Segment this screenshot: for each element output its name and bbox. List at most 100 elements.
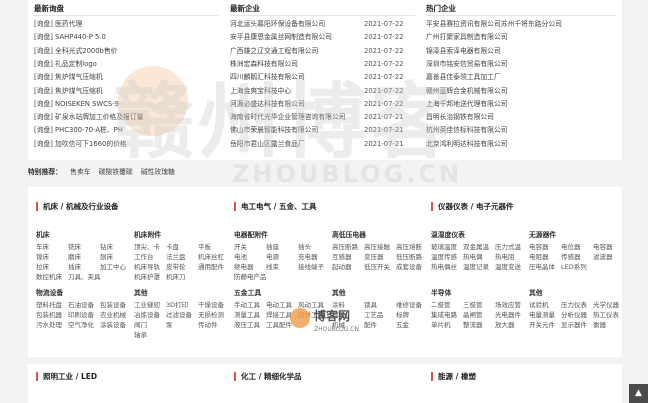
subcategory-link[interactable]: 互感器 [332,251,352,261]
subcategory-link[interactable]: 继电器 [234,261,254,271]
subcategory-link[interactable]: 光电器件 [495,309,521,319]
subcategory-link[interactable]: 阀门 [134,319,147,329]
subcategory-title[interactable]: 电器配附件 [234,229,268,239]
subcategory-link[interactable]: 起动器 [332,261,352,271]
subcategory-link[interactable]: 通用配件 [198,261,224,271]
subcategory-link[interactable]: 电源 [266,251,279,261]
subcategory-link[interactable]: 干燥设备 [198,299,224,309]
subcategory-link[interactable]: 测量工具 [234,309,260,319]
company-link[interactable]: 杭州英佳信标科技有限公司 [426,125,614,136]
subcategory-link[interactable]: 平板 [198,241,211,251]
subcategory-link[interactable]: 接线端子 [298,261,324,271]
subcategory-link[interactable]: 场效应管 [495,299,521,309]
subcategory-title[interactable]: 五金工具 [234,287,261,297]
category-title[interactable]: 电工电气 / 五金、工具 [234,202,316,211]
subcategory-link[interactable]: 分析仪器 [561,309,587,319]
subcategory-link[interactable]: 整流器 [463,319,483,329]
subcategory-link[interactable]: 3D打印 [166,299,188,309]
subcategory-link[interactable]: 泵 [166,319,173,329]
inquiry-link[interactable]: [询盘] 医药代理 [34,19,222,30]
subcategory-link[interactable]: 衡器 [593,319,606,329]
subcategory-link[interactable]: 充电器 [298,251,318,261]
subcategory-title[interactable]: 高低压电器 [332,229,366,239]
subcategory-link[interactable]: 低压开关 [364,261,390,271]
subcategory-link[interactable]: 石油设备 [68,299,94,309]
subcategory-link[interactable]: 集成电路 [431,309,457,319]
subcategory-link[interactable]: 手动工具 [234,299,260,309]
subcategory-link[interactable]: 卡盘 [166,241,179,251]
company-link[interactable]: 岳阳市君山区露兰食品厂 [230,139,360,150]
subcategory-link[interactable]: 涂装设备 [100,319,126,329]
subcategory-link[interactable]: 印刷设备 [68,309,94,319]
subcategory-link[interactable]: 插头 [298,241,311,251]
back-to-top-button[interactable]: ▲ [629,384,648,403]
subcategory-link[interactable]: 标牌 [396,309,409,319]
subcategory-link[interactable]: 顶尖、卡 [134,241,160,251]
subcategory-link[interactable]: 成套设备 [396,261,422,271]
subcategory-link[interactable]: 二极管 [431,299,451,309]
subcategory-link[interactable]: 工业缝纫 [134,299,160,309]
subcategory-link[interactable]: 拉床 [36,261,49,271]
subcategory-link[interactable]: 低压断路 [396,251,422,261]
subcategory-link[interactable]: 单片机 [431,319,451,329]
inquiry-link[interactable]: [询盘] SAHP440-P 5.0 [34,32,222,43]
subcategory-link[interactable]: 热电阻 [495,251,515,261]
company-link[interactable]: 赣州蓝辉合金机械有限公司 [426,86,614,97]
subcategory-link[interactable]: 刨床 [100,251,113,261]
subcategory-link[interactable]: 机床护罩 [134,271,160,281]
subcategory-link[interactable]: 包装设备 [100,299,126,309]
inquiry-link[interactable]: [询盘] PHC300-70-A桩、PH [34,125,222,136]
subcategory-link[interactable]: 塑料托盘 [36,299,62,309]
category-title[interactable]: 机床 / 机械及行业设备 [36,202,118,211]
subcategory-link[interactable]: 滤波器 [593,251,613,261]
subcategory-link[interactable]: 电容器 [529,241,549,251]
category-title[interactable]: 仪器仪表 / 电子元器件 [431,202,513,211]
subcategory-link[interactable]: 液压工具 [234,319,260,329]
recommend-link[interactable]: 碳酸铁覆碳 [99,168,133,176]
subcategory-link[interactable]: 放大器 [495,319,515,329]
subcategory-link[interactable]: 加工中心 [100,261,126,271]
subcategory-link[interactable]: 光学仪器 [593,299,619,309]
subcategory-link[interactable]: 磨床 [68,251,81,261]
subcategory-link[interactable]: 热电偶丝 [431,261,457,271]
company-link[interactable]: 株洲宏森科技有限公司 [230,59,360,70]
company-link[interactable]: 平安县赛拉资讯有限公司苏州千将东路分公司 [426,19,614,30]
subcategory-link[interactable]: 开关 [234,241,247,251]
subcategory-link[interactable]: 镗床 [36,251,49,261]
subcategory-link[interactable]: 轴承 [134,329,147,339]
company-link[interactable]: 上海千邦地送代理有限公司 [426,99,614,110]
subcategory-link[interactable]: 变压器 [364,251,384,261]
company-link[interactable]: 广西雄之辽交通工程有限公司 [230,46,360,57]
company-link[interactable]: 嘉善县佳泰领工具加工厂 [426,72,614,83]
subcategory-title[interactable]: 半导体 [431,287,451,297]
subcategory-link[interactable]: 插座 [266,241,279,251]
subcategory-link[interactable]: 刀具、夹具 [68,271,101,281]
subcategory-link[interactable]: 插床 [68,261,81,271]
subcategory-title[interactable]: 其他 [332,287,346,297]
company-link[interactable]: 安平县康恩金属丝网制造有限公司 [230,32,360,43]
subcategory-link[interactable]: 压力式温 [495,241,521,251]
subcategory-link[interactable]: 农业机械 [100,309,126,319]
subcategory-link[interactable]: 热工仪表 [593,309,619,319]
subcategory-link[interactable]: 高压接触 [364,241,390,251]
company-link[interactable]: 北京鸿利明达科技有限公司 [426,139,614,150]
subcategory-link[interactable]: 包装机器 [36,309,62,319]
company-link[interactable]: 海南省时代光华企业管理咨询有限公司 [230,112,360,123]
subcategory-link[interactable]: 皮带轮 [166,261,186,271]
subcategory-link[interactable]: 压力仪表 [561,299,587,309]
subcategory-link[interactable]: 传动件 [198,319,218,329]
subcategory-link[interactable]: 电池 [234,251,247,261]
recommend-link[interactable]: 碱性玫瑰糖 [141,168,175,176]
subcategory-link[interactable]: 无损检测 [198,309,224,319]
subcategory-link[interactable]: 防静电产品 [234,271,267,281]
inquiry-link[interactable]: [询盘] 加吹信可下1660的价格 [34,139,222,150]
inquiry-link[interactable]: [询盘] 全科光式2000b售价 [34,46,222,57]
company-link[interactable]: 佛山市荣晨智能科技有限公司 [230,125,360,136]
subcategory-link[interactable]: 显示器件 [561,319,587,329]
company-link[interactable]: 广州打聚家具制造有限公司 [426,32,614,43]
subcategory-link[interactable]: 维修设备 [396,299,422,309]
subcategory-link[interactable]: 温度记录 [463,261,489,271]
subcategory-title[interactable]: 其他 [529,287,543,297]
subcategory-link[interactable]: 冶炼设备 [134,309,160,319]
subcategory-link[interactable]: 铣床 [68,241,81,251]
